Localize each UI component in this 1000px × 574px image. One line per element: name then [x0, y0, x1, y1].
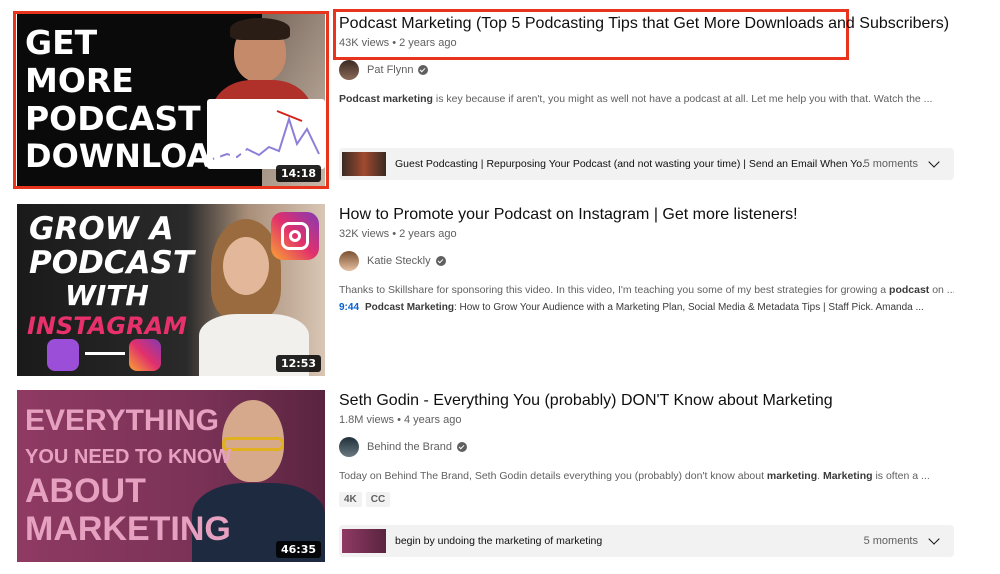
verified-icon [418, 65, 429, 75]
captions-badge: CC [365, 492, 391, 507]
thumbnail-highlight-box [13, 11, 329, 189]
channel-row[interactable]: Behind the Brand [339, 436, 954, 458]
channel-row[interactable]: Pat Flynn [339, 59, 954, 81]
channel-name[interactable]: Katie Steckly [367, 255, 431, 267]
video-result: GET MORE PODCAST DOWNLOADS 14:18 Podcast… [0, 0, 1000, 200]
video-description: Today on Behind The Brand, Seth Godin de… [339, 470, 930, 482]
channel-name[interactable]: Behind the Brand [367, 441, 452, 453]
video-info: Podcast Marketing (Top 5 Podcasting Tips… [339, 13, 954, 105]
channel-row[interactable]: Katie Steckly [339, 250, 954, 272]
moments-count: 5 moments [863, 535, 918, 547]
instagram-small-icon [129, 339, 161, 371]
key-moments-bar[interactable]: begin by undoing the marketing of market… [339, 525, 954, 557]
channel-name[interactable]: Pat Flynn [367, 64, 413, 76]
video-thumbnail[interactable]: EVERYTHING YOU NEED TO KNOW ABOUT MARKET… [17, 390, 325, 562]
video-info: How to Promote your Podcast on Instagram… [339, 204, 954, 313]
chevron-down-icon[interactable] [928, 533, 940, 545]
video-result: EVERYTHING YOU NEED TO KNOW ABOUT MARKET… [0, 386, 1000, 574]
video-thumbnail[interactable]: GROW A PODCAST WITH INSTAGRAM 12:53 [17, 204, 325, 376]
video-title[interactable]: Podcast Marketing (Top 5 Podcasting Tips… [339, 13, 954, 35]
quality-badge: 4K [339, 492, 362, 507]
avatar[interactable] [339, 60, 359, 80]
key-moments-bar[interactable]: Guest Podcasting | Repurposing Your Podc… [339, 148, 954, 180]
video-description: Thanks to Skillshare for sponsoring this… [339, 284, 954, 296]
moments-text: begin by undoing the marketing of market… [395, 535, 603, 547]
video-result: GROW A PODCAST WITH INSTAGRAM 12:53 How … [0, 200, 1000, 386]
video-description: Podcast marketing is key because if aren… [339, 93, 933, 105]
moment-thumbnail [342, 529, 386, 553]
avatar[interactable] [339, 437, 359, 457]
podcasts-icon [47, 339, 79, 371]
video-title[interactable]: Seth Godin - Everything You (probably) D… [339, 390, 954, 412]
video-meta: 1.8M views • 4 years ago [339, 414, 462, 426]
verified-icon [435, 256, 446, 266]
instagram-icon [271, 212, 319, 260]
moments-text: Guest Podcasting | Repurposing Your Podc… [395, 158, 864, 170]
chapter-timestamp[interactable]: 9:44 [339, 302, 359, 313]
arrow-icon [85, 352, 125, 355]
duration-badge: 12:53 [275, 355, 321, 372]
verified-icon [457, 442, 468, 452]
duration-badge: 46:35 [275, 541, 321, 558]
moments-count: 5 moments [863, 158, 918, 170]
moment-thumbnail [342, 152, 386, 176]
badge-row: 4K CC [339, 492, 954, 507]
video-info: Seth Godin - Everything You (probably) D… [339, 390, 954, 507]
avatar[interactable] [339, 251, 359, 271]
video-meta: 32K views • 2 years ago [339, 228, 457, 240]
video-meta: 43K views • 2 years ago [339, 37, 457, 49]
chevron-down-icon[interactable] [928, 156, 940, 168]
video-title[interactable]: How to Promote your Podcast on Instagram… [339, 204, 954, 226]
chapter-row[interactable]: 9:44 Podcast Marketing: How to Grow Your … [339, 302, 954, 313]
